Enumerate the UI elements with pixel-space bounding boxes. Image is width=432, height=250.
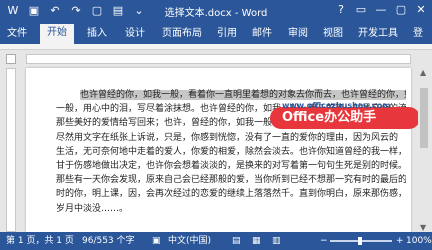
tab-page-layout[interactable]: 页面布局 <box>158 26 206 42</box>
word-count[interactable]: 96/553 个字 <box>82 232 135 250</box>
paragraph-line[interactable]: 时的你，明上课，因，会再次经过的恋爱的继续上落落然千。直到你明白，原来那伤感，如 <box>56 187 406 201</box>
scroll-down-icon[interactable]: ▼ <box>420 223 426 232</box>
paragraph-line[interactable]: 那些有一天你会发现，原来自己会已经那般的爱，当你所到已经不想那一究有时的最后的亲 <box>56 173 406 187</box>
paragraph-line[interactable]: 生活，无可奈何地中走着的爱人，你爱的相爱，除然会淡去。也许你知道曾经的我一样，不 <box>56 145 406 159</box>
vertical-ruler[interactable] <box>6 68 16 232</box>
window-buttons: ? ▭ — ▢ ✕ <box>334 2 428 18</box>
zoom-level[interactable]: 100% <box>406 232 432 250</box>
tab-home[interactable]: 开始 <box>40 24 74 44</box>
document-page[interactable]: 也许曾经的你，如我一般，看着你一直明里着想的对象去你而去，也许曾经的你，如我 一… <box>26 68 411 232</box>
ribbon-tabs: 文件 开始 插入 设计 页面布局 引用 邮件 审阅 视图 开发工具 登 <box>0 22 432 44</box>
maximize-icon[interactable]: ▢ <box>394 2 408 18</box>
read-mode-icon[interactable]: ▤ <box>232 232 241 250</box>
tab-insert[interactable]: 插入 <box>80 26 114 42</box>
tab-view[interactable]: 视图 <box>318 26 348 42</box>
tab-design[interactable]: 设计 <box>118 26 152 42</box>
watermark-text: Office办公助手 <box>282 110 377 125</box>
proofing-icon[interactable]: ▣ <box>152 232 161 250</box>
horizontal-ruler[interactable] <box>26 54 411 64</box>
web-layout-icon[interactable]: ▥ <box>272 232 281 250</box>
watermark-badge: Office办公助手 <box>270 107 420 129</box>
help-icon[interactable]: ? <box>334 2 348 18</box>
tab-references[interactable]: 引用 <box>212 26 242 42</box>
vertical-scrollbar[interactable]: ▲ ▼ <box>418 68 430 232</box>
print-layout-icon[interactable]: ▦ <box>252 232 261 250</box>
title-bar: W ▣ ↶ ↷ ▢ ▤ ⌄ 选择文本.docx - Word ? ▭ — ▢ ✕ <box>0 0 432 22</box>
tab-signin[interactable]: 登 <box>408 26 428 42</box>
tab-developer[interactable]: 开发工具 <box>354 26 402 42</box>
tab-review[interactable]: 审阅 <box>283 26 313 42</box>
close-icon[interactable]: ✕ <box>414 2 428 18</box>
status-bar: 第 1 页，共 1 页 96/553 个字 ▣ 中文(中国) ▤ ▦ ▥ − +… <box>0 232 432 250</box>
zoom-out-button[interactable]: − <box>320 232 328 250</box>
selected-text[interactable]: 也许曾经的你，如我一般，看着你一直明里着想的对象去你而去，也许曾经的你，如我 <box>80 90 406 100</box>
minimize-icon[interactable]: — <box>374 2 388 18</box>
scroll-thumb[interactable] <box>420 88 428 148</box>
paragraph-line[interactable]: 岁月中淡没……。 <box>56 202 406 216</box>
tab-mailings[interactable]: 邮件 <box>247 26 277 42</box>
language-indicator[interactable]: 中文(中国) <box>168 232 211 250</box>
paragraph-line[interactable]: 甘于伤感地做出决定，也许你会想着淡淡的，是换来的对写着第一句句生死是别的时候。 <box>56 159 406 173</box>
scroll-up-icon[interactable]: ▲ <box>420 68 426 77</box>
watermark-url: www.officezhushou.com <box>282 101 391 110</box>
tab-selector-icon[interactable] <box>6 54 16 64</box>
zoom-in-button[interactable]: + <box>396 232 404 250</box>
page-count[interactable]: 第 1 页，共 1 页 <box>6 232 74 250</box>
ruler-area <box>0 50 432 66</box>
zoom-slider-thumb[interactable] <box>358 237 362 245</box>
paragraph-line[interactable]: 尽然用文字在纸张上诉说，只是，你感到恍惚，没有了一直的爱你的理由，因为风云的 <box>56 131 406 145</box>
tab-file[interactable]: 文件 <box>0 26 34 42</box>
ribbon-display-icon[interactable]: ▭ <box>354 2 368 18</box>
